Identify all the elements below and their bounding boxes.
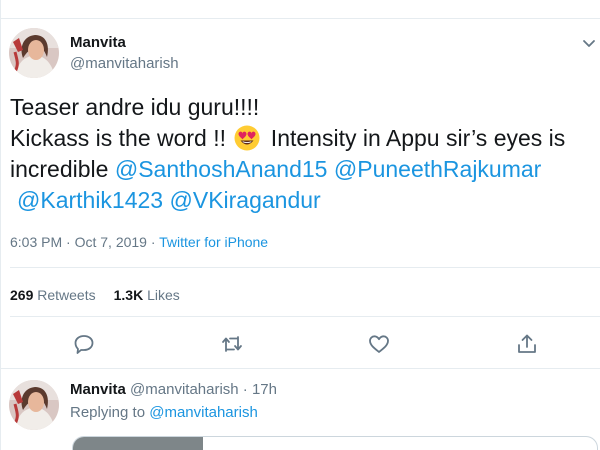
tweet-meta: 6:03 PM · Oct 7, 2019 · Twitter for iPho… <box>10 234 268 250</box>
chevron-down-icon[interactable] <box>582 36 596 47</box>
tweet-line-1: Teaser andre idu guru!!!! <box>10 94 260 120</box>
author-name[interactable]: Manvita <box>70 34 126 51</box>
divider <box>10 267 600 268</box>
avatar-photo <box>9 380 59 430</box>
replying-handle-link[interactable]: @manvitaharish <box>149 404 258 421</box>
retweets-count: 269 <box>10 287 34 303</box>
replying-label: Replying to <box>70 404 150 421</box>
media-thumbnail <box>73 437 203 450</box>
timestamp[interactable]: 6:03 PM · Oct 7, 2019 · <box>10 234 159 250</box>
source-link[interactable]: Twitter for iPhone <box>159 234 268 250</box>
top-divider <box>0 18 600 19</box>
share-icon[interactable] <box>515 332 539 356</box>
tweet-text-segment: Intensity in Appu sir’s eyes is <box>264 125 566 151</box>
divider <box>0 368 600 369</box>
tweet-line-3: incredible @SanthoshAnand15 @PuneethRajk… <box>10 154 595 185</box>
author-avatar[interactable] <box>9 28 59 78</box>
retweets-stat[interactable]: 269 Retweets <box>10 287 96 303</box>
reply-media-card[interactable] <box>72 436 598 450</box>
left-edge-border <box>0 0 1 450</box>
mention-link[interactable]: @SanthoshAnand15 <box>115 156 328 182</box>
tweet-text-segment: incredible <box>10 156 115 182</box>
reply-header: Manvita @manvitaharish · 17h <box>70 381 277 398</box>
reply-author-avatar[interactable] <box>9 380 59 430</box>
likes-count: 1.3K <box>113 287 144 303</box>
author-handle[interactable]: @manvitaharish <box>70 55 179 72</box>
mention-link[interactable]: @VKiragandur <box>170 187 321 213</box>
heart-eyes-emoji-icon <box>234 125 260 151</box>
mention-link[interactable]: @Karthik1423 <box>17 187 163 213</box>
mention-link[interactable]: @PuneethRajkumar <box>334 156 541 182</box>
tweet-line-4: @Karthik1423 @VKiragandur <box>10 185 595 216</box>
tweet-line-2: Kickass is the word !! Intensity in Appu… <box>10 123 595 154</box>
reply-icon[interactable] <box>72 332 96 356</box>
replying-to: Replying to @manvitaharish <box>70 404 258 421</box>
retweet-icon[interactable] <box>220 332 244 356</box>
likes-stat[interactable]: 1.3K Likes <box>114 287 180 303</box>
likes-label: Likes <box>147 287 180 303</box>
reply-author-name[interactable]: Manvita <box>70 381 126 398</box>
tweet-stats: 269 Retweets 1.3K Likes <box>10 287 180 303</box>
tweet-text: Teaser andre idu guru!!!! Kickass is the… <box>10 92 595 216</box>
retweets-label: Retweets <box>37 287 96 303</box>
divider <box>10 316 600 317</box>
reply-handle-time[interactable]: @manvitaharish · 17h <box>130 381 277 398</box>
tweet-text-segment: Kickass is the word !! <box>10 125 233 151</box>
like-icon[interactable] <box>367 332 391 356</box>
avatar-photo <box>9 28 59 78</box>
